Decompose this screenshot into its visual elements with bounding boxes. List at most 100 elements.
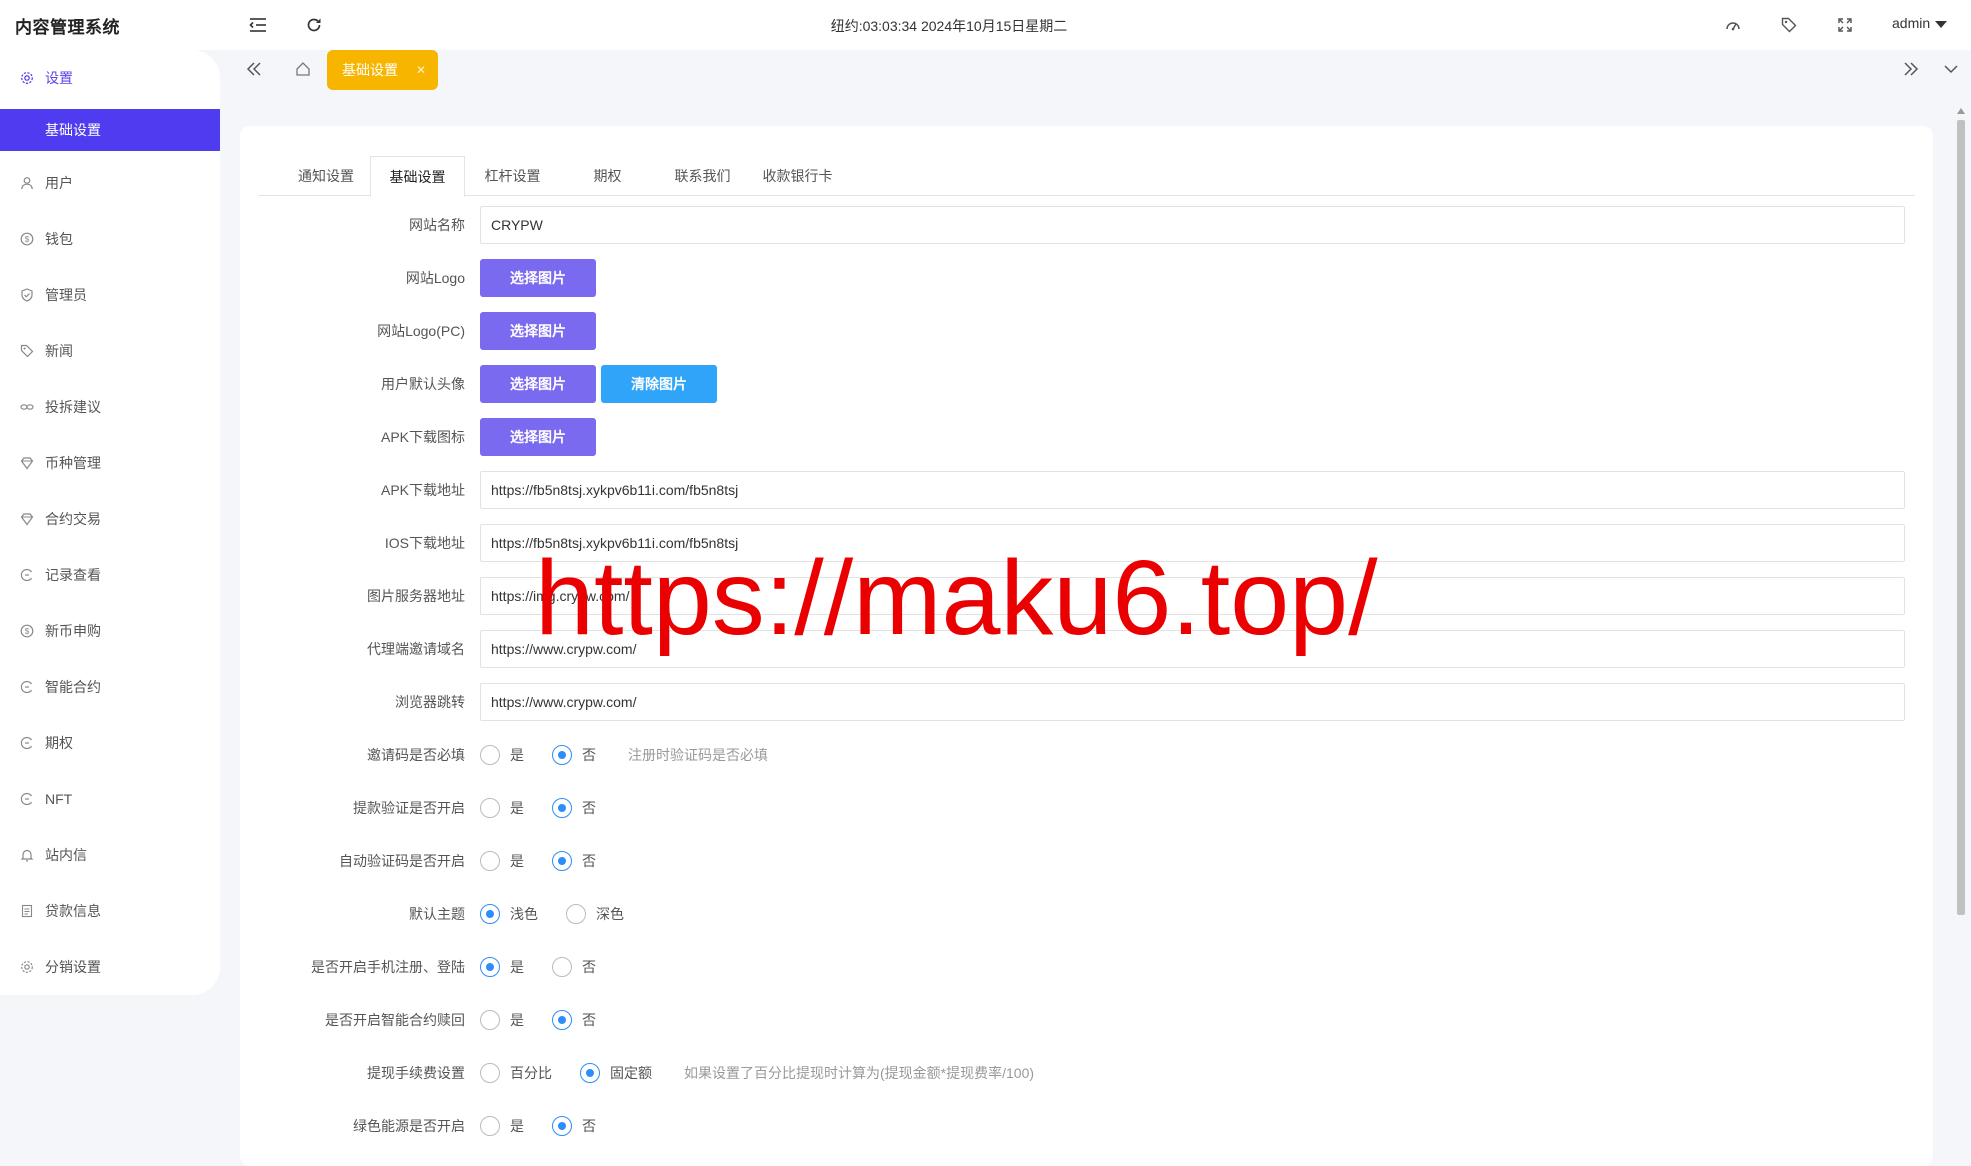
radio-option[interactable]: 百分比 — [480, 1063, 552, 1083]
form-label: 绿色能源是否开启 — [353, 1118, 465, 1134]
form-row-radio: 默认主题 浅色 深色 — [240, 894, 1933, 934]
radio-button[interactable] — [480, 745, 500, 765]
sidebar-item[interactable]: 合约交易 — [0, 504, 220, 534]
radio-option[interactable]: 深色 — [566, 904, 624, 924]
radio-button[interactable] — [480, 851, 500, 871]
radio-option[interactable]: 是 — [480, 745, 524, 765]
radio-label: 是 — [510, 1118, 524, 1134]
record-icon — [19, 679, 35, 695]
radio-option[interactable]: 是 — [480, 798, 524, 818]
scroll-right-icon[interactable] — [1900, 58, 1922, 80]
tab-leverage-settings[interactable]: 杠杆设置 — [465, 156, 560, 196]
fullscreen-icon[interactable] — [1835, 15, 1855, 35]
sidebar-item[interactable]: 记录查看 — [0, 560, 220, 590]
form-row-image-server: 图片服务器地址 — [240, 576, 1933, 616]
sidebar-item-label: 智能合约 — [45, 679, 101, 695]
radio-button[interactable] — [552, 745, 572, 765]
sidebar-item[interactable]: 用户 — [0, 168, 220, 198]
tab-label: 基础设置 — [389, 168, 446, 185]
tag-icon[interactable] — [1779, 15, 1799, 35]
sidebar-item[interactable]: 新闻 — [0, 336, 220, 366]
ios-url-input[interactable] — [480, 524, 1905, 562]
home-icon[interactable] — [292, 58, 314, 80]
sidebar-item[interactable]: 贷款信息 — [0, 896, 220, 926]
dashboard-icon[interactable] — [1723, 15, 1743, 35]
scroll-left-icon[interactable] — [243, 58, 265, 80]
radio-option[interactable]: 否 — [552, 957, 596, 977]
close-icon[interactable]: ✕ — [416, 63, 426, 77]
sidebar-subitem-basic-settings[interactable]: 基础设置 — [0, 109, 220, 151]
radio-label: 否 — [582, 747, 596, 763]
radio-button[interactable] — [552, 1116, 572, 1136]
tag-label: 基础设置 — [342, 62, 398, 78]
site-name-input[interactable] — [480, 206, 1905, 244]
user-menu[interactable]: admin — [1892, 15, 1948, 31]
sidebar-item[interactable]: 投拆建议 — [0, 392, 220, 422]
sidebar-item[interactable]: 期权 — [0, 728, 220, 758]
sidebar-item-label: 币种管理 — [45, 455, 101, 471]
sidebar-item[interactable]: $ 新币申购 — [0, 616, 220, 646]
apk-url-input[interactable] — [480, 471, 1905, 509]
radio-option[interactable]: 是 — [480, 1010, 524, 1030]
clear-avatar-button[interactable]: 清除图片 — [601, 365, 717, 403]
radio-option[interactable]: 是 — [480, 851, 524, 871]
sidebar-item[interactable]: 币种管理 — [0, 448, 220, 478]
agent-domain-input[interactable] — [480, 630, 1905, 668]
chevron-down-icon[interactable] — [1940, 58, 1962, 80]
radio-button[interactable] — [552, 851, 572, 871]
sidebar-item[interactable]: 管理员 — [0, 280, 220, 310]
tab-bank-card[interactable]: 收款银行卡 — [750, 156, 845, 196]
page-scrollbar[interactable] — [1953, 108, 1967, 1159]
radio-option[interactable]: 否 — [552, 851, 596, 871]
sidebar-item[interactable]: NFT — [0, 784, 220, 814]
radio-button[interactable] — [566, 904, 586, 924]
form-row-logo: 网站Logo 选择图片 — [240, 258, 1933, 298]
form-hint: 注册时验证码是否必填 — [628, 747, 768, 763]
sidebar-item[interactable]: $ 钱包 — [0, 224, 220, 254]
radio-option[interactable]: 是 — [480, 1116, 524, 1136]
image-server-input[interactable] — [480, 577, 1905, 615]
choose-apk-icon-button[interactable]: 选择图片 — [480, 418, 596, 456]
radio-option[interactable]: 否 — [552, 1010, 596, 1030]
tab-notification-settings[interactable]: 通知设置 — [276, 156, 376, 196]
radio-option[interactable]: 否 — [552, 745, 596, 765]
tab-basic-settings[interactable]: 基础设置 — [370, 156, 465, 197]
radio-button[interactable] — [480, 1010, 500, 1030]
radio-button[interactable] — [480, 1063, 500, 1083]
choose-logo-button[interactable]: 选择图片 — [480, 259, 596, 297]
sidebar-item-settings[interactable]: 设置 — [0, 63, 220, 93]
radio-button[interactable] — [552, 798, 572, 818]
form-row-avatar: 用户默认头像 选择图片 清除图片 — [240, 364, 1933, 404]
doc-icon — [19, 903, 35, 919]
sidebar-item[interactable]: 站内信 — [0, 840, 220, 870]
radio-button[interactable] — [480, 1116, 500, 1136]
scrollbar-thumb[interactable] — [1957, 120, 1965, 915]
scroll-up-icon[interactable] — [1957, 108, 1965, 114]
tab-contact-us[interactable]: 联系我们 — [655, 156, 750, 196]
sidebar-item[interactable]: 分销设置 — [0, 952, 220, 982]
tab-tag-basic-settings[interactable]: 基础设置 ✕ — [327, 50, 438, 90]
dollar-icon: $ — [19, 231, 35, 247]
choose-avatar-button[interactable]: 选择图片 — [480, 365, 596, 403]
sidebar-item-label: 新闻 — [45, 343, 73, 359]
radio-button[interactable] — [480, 904, 500, 924]
sidebar-item-label: 分销设置 — [45, 959, 101, 975]
sidebar-item[interactable]: 智能合约 — [0, 672, 220, 702]
radio-button[interactable] — [552, 957, 572, 977]
radio-option[interactable]: 浅色 — [480, 904, 538, 924]
tab-label: 联系我们 — [674, 168, 731, 184]
radio-option[interactable]: 是 — [480, 957, 524, 977]
radio-button[interactable] — [480, 798, 500, 818]
radio-option[interactable]: 否 — [552, 1116, 596, 1136]
radio-option[interactable]: 否 — [552, 798, 596, 818]
radio-option[interactable]: 固定额 — [580, 1063, 652, 1083]
form-row-radio: 自动验证码是否开启 是 否 — [240, 841, 1933, 881]
browser-redirect-input[interactable] — [480, 683, 1905, 721]
form-row-agent-domain: 代理端邀请域名 — [240, 629, 1933, 669]
radio-button[interactable] — [552, 1010, 572, 1030]
radio-button[interactable] — [480, 957, 500, 977]
radio-button[interactable] — [580, 1063, 600, 1083]
radio-label: 否 — [582, 1118, 596, 1134]
choose-logo-pc-button[interactable]: 选择图片 — [480, 312, 596, 350]
tab-options[interactable]: 期权 — [560, 156, 655, 196]
